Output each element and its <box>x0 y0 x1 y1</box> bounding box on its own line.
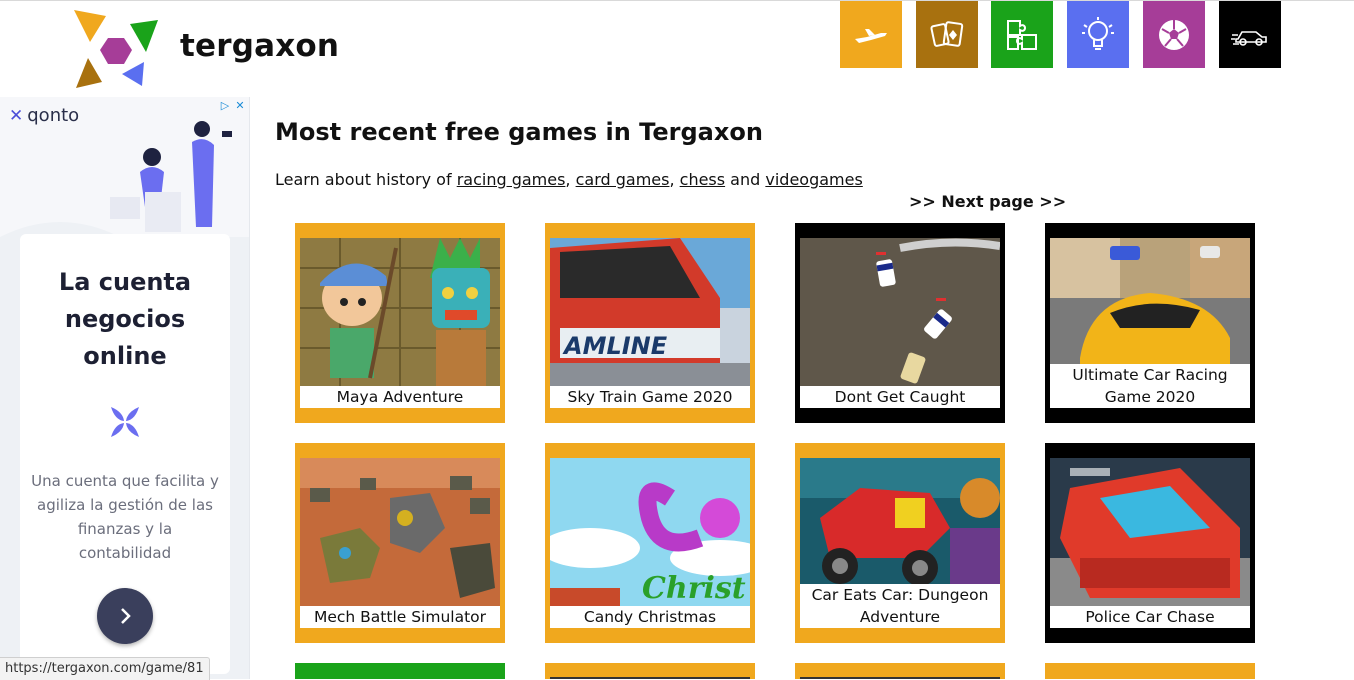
game-thumbnail[interactable]: AMLINE <box>550 238 750 386</box>
game-tile-ultimate-car-racing-game-2020[interactable]: Ultimate Car Racing Game 2020 <box>1045 223 1255 423</box>
separator: and <box>725 170 766 189</box>
game-title[interactable]: Dont Get Caught <box>800 386 1000 408</box>
lightbulb-icon <box>1082 16 1114 50</box>
separator: , <box>565 170 576 189</box>
game-thumbnail[interactable]: Christ <box>550 458 750 606</box>
game-thumbnail[interactable] <box>800 458 1000 584</box>
ad-card[interactable]: La cuenta negocios online Una cuenta que… <box>20 234 230 674</box>
game-tile-maya-adventure[interactable]: Maya Adventure <box>295 223 505 423</box>
airplane-icon <box>855 28 887 43</box>
ad-choices[interactable]: ▷ ✕ <box>219 100 246 112</box>
category-cards-button[interactable] <box>916 1 978 68</box>
race-car-icon <box>1231 30 1267 46</box>
game-thumbnail[interactable] <box>300 458 500 606</box>
page-title: Most recent free games in Tergaxon <box>275 118 763 146</box>
qonto-logo-icon: ✕ <box>9 105 24 126</box>
game-title[interactable]: Sky Train Game 2020 <box>550 386 750 408</box>
link-card-games[interactable]: card games <box>576 170 670 189</box>
game-title[interactable]: Mech Battle Simulator <box>300 606 500 628</box>
game-tile-police-car-chase[interactable]: Police Car Chase <box>1045 443 1255 643</box>
game-thumbnail[interactable] <box>800 238 1000 386</box>
category-puzzle-button[interactable] <box>991 1 1053 68</box>
game-thumbnail[interactable] <box>1050 458 1250 606</box>
game-tile-candy-christmas[interactable]: Christ Candy Christmas <box>545 443 755 643</box>
train-text: AMLINE <box>562 332 668 360</box>
advertisement-banner[interactable]: ✕ qonto ▷ ✕ La cuenta negocios online Un… <box>0 97 250 679</box>
browser-status-url: https://tergaxon.com/game/81 <box>0 657 210 680</box>
ad-brand-name: qonto <box>27 105 80 126</box>
soccer-ball-icon <box>1159 19 1189 50</box>
category-aircraft-button[interactable] <box>840 1 902 68</box>
category-cars-button[interactable] <box>1219 1 1281 68</box>
game-tile-partial[interactable] <box>545 663 755 679</box>
history-line: Learn about history of racing games, car… <box>275 170 863 189</box>
category-sports-button[interactable] <box>1143 1 1205 68</box>
ad-title: La cuenta negocios online <box>58 268 192 370</box>
ad-brand: ✕ qonto <box>9 105 79 126</box>
game-thumbnail[interactable] <box>300 238 500 386</box>
chevron-right-icon <box>121 608 131 624</box>
ad-close-icon[interactable]: ✕ <box>234 100 246 112</box>
ad-choices-icon[interactable]: ▷ <box>219 100 231 112</box>
link-videogames[interactable]: videogames <box>765 170 862 189</box>
site-title[interactable]: tergaxon <box>180 28 339 64</box>
game-tile-car-eats-car-dungeon-adventure[interactable]: Car Eats Car: Dungeon Adventure <box>795 443 1005 643</box>
qonto-star-icon <box>111 407 139 437</box>
link-chess[interactable]: chess <box>680 170 725 189</box>
next-page-link[interactable]: >> Next page >> <box>909 192 1066 211</box>
game-tile-sky-train-game-2020[interactable]: AMLINE Sky Train Game 2020 <box>545 223 755 423</box>
game-title[interactable]: Ultimate Car Racing Game 2020 <box>1050 364 1250 408</box>
game-title[interactable]: Candy Christmas <box>550 606 750 628</box>
game-title[interactable]: Car Eats Car: Dungeon Adventure <box>800 584 1000 628</box>
game-title[interactable]: Maya Adventure <box>300 386 500 408</box>
game-tile-mech-battle-simulator[interactable]: Mech Battle Simulator <box>295 443 505 643</box>
candy-text: Christ <box>642 571 746 606</box>
tergaxon-logo[interactable] <box>72 8 160 90</box>
category-ideas-button[interactable] <box>1067 1 1129 68</box>
separator: , <box>669 170 680 189</box>
game-title[interactable]: Police Car Chase <box>1050 606 1250 628</box>
ad-body-text: Una cuenta que facilita y agiliza la ges… <box>31 472 219 562</box>
history-prefix: Learn about history of <box>275 170 457 189</box>
puzzle-icon <box>1007 19 1037 50</box>
cards-icon <box>930 20 964 47</box>
game-tile-partial[interactable] <box>1045 663 1255 679</box>
game-tile-partial[interactable] <box>795 663 1005 679</box>
game-thumbnail[interactable] <box>1050 238 1250 364</box>
game-tile-dont-get-caught[interactable]: Dont Get Caught <box>795 223 1005 423</box>
game-tile-partial[interactable] <box>295 663 505 679</box>
ad-next-button[interactable] <box>97 588 153 644</box>
link-racing-games[interactable]: racing games <box>457 170 566 189</box>
